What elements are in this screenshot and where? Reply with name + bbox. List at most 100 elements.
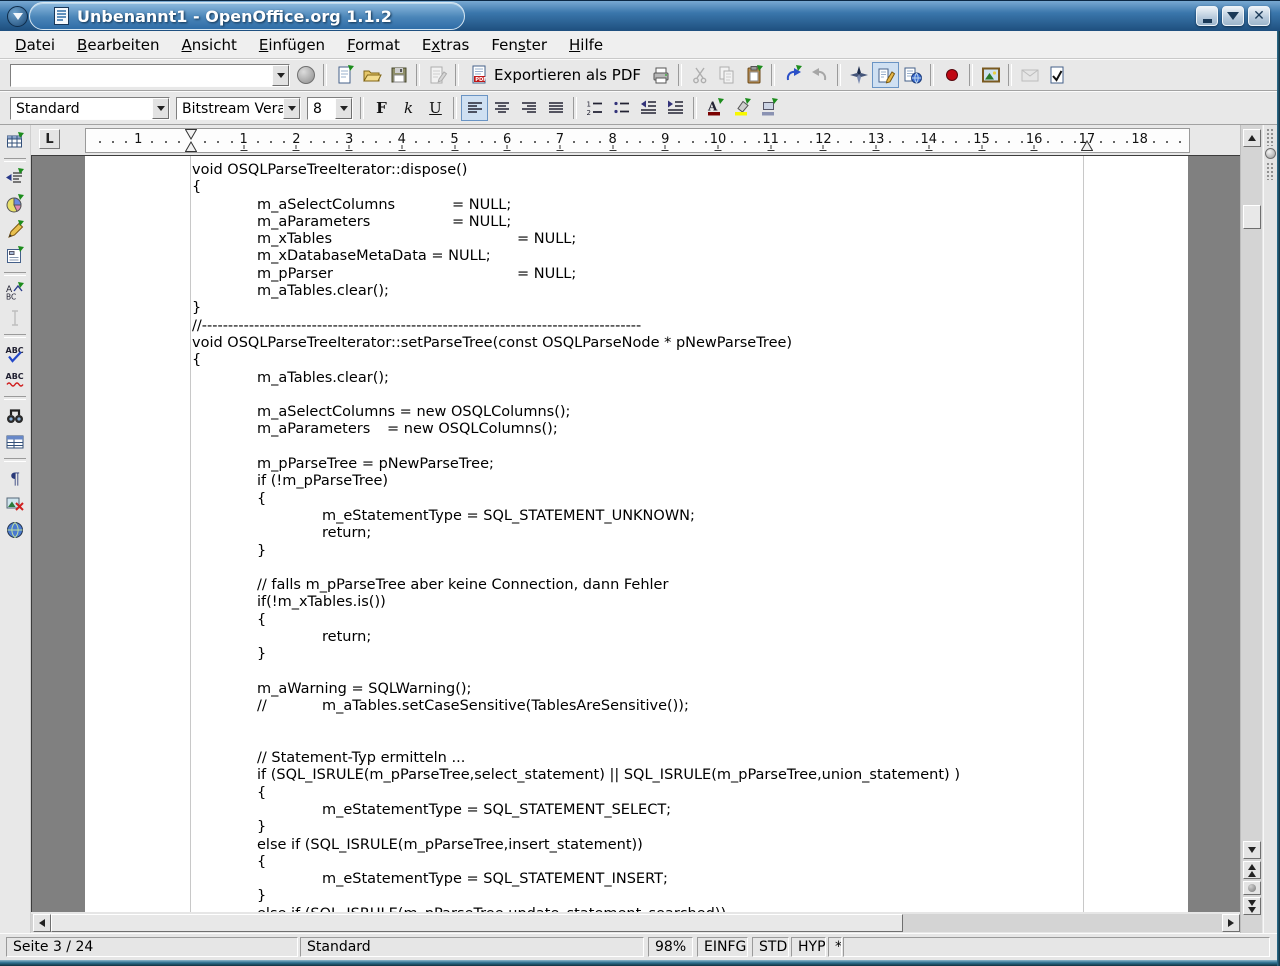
font-size-value[interactable]: 8 <box>308 98 335 119</box>
mail-document-button[interactable] <box>1016 62 1043 88</box>
bold-button[interactable]: F <box>368 95 395 121</box>
data-sources-button[interactable] <box>2 429 29 455</box>
stop-button[interactable] <box>297 66 315 84</box>
window-border-bottom <box>0 960 1280 966</box>
scroll-up-button[interactable] <box>1243 129 1261 147</box>
navigation-button[interactable] <box>1243 881 1261 895</box>
left-indent-marker[interactable] <box>185 129 197 152</box>
font-name-dropdown-button[interactable] <box>283 98 300 119</box>
autotext-button[interactable]: ABC <box>2 279 29 305</box>
scroll-left-button[interactable] <box>33 914 51 932</box>
menu-einfgen[interactable]: Einfügen <box>248 33 336 57</box>
url-field-combo[interactable] <box>10 64 290 87</box>
paragraph-style-value[interactable]: Standard <box>11 98 152 119</box>
highlighting-button[interactable] <box>728 95 755 121</box>
navigator-button[interactable] <box>845 62 872 88</box>
status-insert-mode[interactable]: EINFG <box>697 937 748 957</box>
hyperlink-button[interactable] <box>899 62 926 88</box>
menu-bearbeiten[interactable]: Bearbeiten <box>66 33 170 57</box>
nonprinting-characters-button[interactable]: ¶ <box>2 465 29 491</box>
insert-object-button[interactable] <box>2 191 29 217</box>
previous-page-button[interactable] <box>1243 861 1261 879</box>
titlebar[interactable]: Unbenannt1 - OpenOffice.org 1.1.2 ✕ <box>0 0 1280 31</box>
status-page-style[interactable]: Standard <box>300 937 644 957</box>
tab-type-selector[interactable]: L <box>39 129 60 149</box>
record-macro-button[interactable] <box>938 62 965 88</box>
paragraph-background-button[interactable] <box>755 95 782 121</box>
save-document-button[interactable] <box>385 62 412 88</box>
paste-button[interactable] <box>740 62 767 88</box>
menu-hilfe[interactable]: Hilfe <box>558 33 614 57</box>
stylist-button[interactable] <box>872 62 899 88</box>
right-indent-marker[interactable] <box>1081 140 1093 151</box>
next-page-button[interactable] <box>1243 897 1261 915</box>
status-spare-field[interactable] <box>843 937 1270 957</box>
menu-datei[interactable]: Datei <box>4 33 66 57</box>
menu-extras[interactable]: Extras <box>411 33 480 57</box>
align-left-button[interactable] <box>461 95 488 121</box>
font-size-combo[interactable]: 8 <box>307 97 353 120</box>
numbering-button[interactable]: 12 <box>581 95 608 121</box>
redo-button[interactable] <box>806 62 833 88</box>
menu-format[interactable]: Format <box>336 33 411 57</box>
status-zoom-level[interactable]: 98% <box>648 937 693 957</box>
auto-spellcheck-button[interactable]: ABC <box>2 367 29 393</box>
minimize-button[interactable] <box>1196 6 1218 26</box>
horizontal-ruler[interactable]: 1123456789101112131415161718 <box>85 128 1190 153</box>
decrease-indent-button[interactable] <box>635 95 662 121</box>
insert-table-button[interactable] <box>2 129 29 155</box>
find-replace-button[interactable] <box>2 403 29 429</box>
vertical-scroll-thumb[interactable] <box>1243 205 1261 229</box>
menu-ansicht[interactable]: Ansicht <box>170 33 247 57</box>
italic-button[interactable]: k <box>395 95 422 121</box>
increase-indent-button[interactable] <box>662 95 689 121</box>
export-pdf-button[interactable]: PDFExportieren als PDF <box>463 62 647 88</box>
paragraph-style-dropdown-button[interactable] <box>152 98 169 119</box>
url-field-value[interactable] <box>11 65 272 86</box>
gallery-button[interactable] <box>977 62 1004 88</box>
underline-button[interactable]: U <box>422 95 449 121</box>
edit-file-button[interactable] <box>424 62 451 88</box>
undo-button[interactable] <box>779 62 806 88</box>
new-document-button[interactable] <box>331 62 358 88</box>
spellcheck-button[interactable]: ABC <box>2 341 29 367</box>
vertical-scrollbar[interactable] <box>1240 125 1262 933</box>
copy-button[interactable] <box>713 62 740 88</box>
align-justify-button[interactable] <box>542 95 569 121</box>
bullets-button[interactable] <box>608 95 635 121</box>
page[interactable]: void OSQLParseTreeIterator::dispose() { … <box>85 156 1188 912</box>
cut-button[interactable] <box>686 62 713 88</box>
status-selection-mode[interactable]: STD <box>752 937 789 957</box>
paragraph-style-combo[interactable]: Standard <box>10 97 170 120</box>
online-layout-button[interactable] <box>2 517 29 543</box>
check-document-button[interactable] <box>1043 62 1070 88</box>
horizontal-scroll-thumb[interactable] <box>51 914 903 932</box>
direct-cursor-button[interactable] <box>2 305 29 331</box>
url-field-dropdown-button[interactable] <box>272 65 289 86</box>
close-button[interactable]: ✕ <box>1248 6 1270 26</box>
align-center-button[interactable] <box>488 95 515 121</box>
menu-fenster[interactable]: Fenster <box>480 33 558 57</box>
font-name-combo[interactable]: Bitstream Vera S <box>176 97 301 120</box>
document-view[interactable]: void OSQLParseTreeIterator::dispose() { … <box>31 155 1240 912</box>
scroll-right-button[interactable] <box>1222 914 1240 932</box>
font-color-button[interactable]: A <box>701 95 728 121</box>
font-size-dropdown-button[interactable] <box>335 98 352 119</box>
draw-functions-button[interactable] <box>2 217 29 243</box>
horizontal-scrollbar[interactable] <box>31 914 1240 932</box>
scroll-down-button[interactable] <box>1243 841 1261 859</box>
titlebar-capsule: Unbenannt1 - OpenOffice.org 1.1.2 <box>29 2 465 30</box>
font-name-value[interactable]: Bitstream Vera S <box>177 98 283 119</box>
window-menu-button[interactable] <box>7 6 28 27</box>
status-hyperlink-mode[interactable]: HYP <box>791 937 826 957</box>
print-file-button[interactable] <box>647 62 674 88</box>
graphics-on-off-button[interactable] <box>2 491 29 517</box>
status-modified-flag[interactable]: * <box>828 937 842 957</box>
align-right-button[interactable] <box>515 95 542 121</box>
status-page-indicator[interactable]: Seite 3 / 24 <box>6 937 298 957</box>
insert-fields-button[interactable] <box>2 165 29 191</box>
open-file-button[interactable] <box>358 62 385 88</box>
form-functions-button[interactable] <box>2 243 29 269</box>
maximize-button[interactable] <box>1222 6 1244 26</box>
document-text[interactable]: void OSQLParseTreeIterator::dispose() { … <box>192 162 960 912</box>
